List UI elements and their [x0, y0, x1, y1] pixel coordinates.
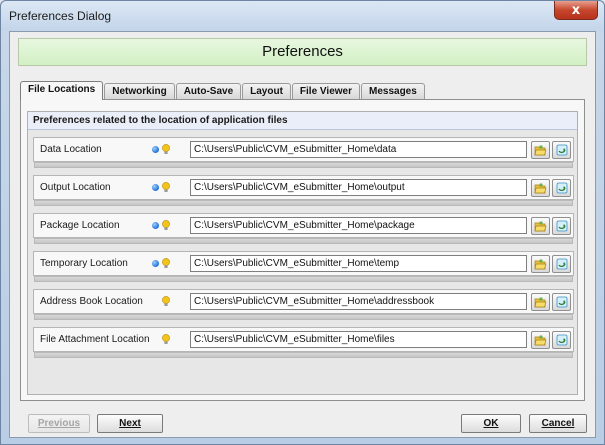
- lightbulb-icon: [162, 220, 170, 230]
- file-locations-group: Preferences related to the location of a…: [27, 111, 578, 395]
- tab-networking[interactable]: Networking: [104, 83, 175, 99]
- row-indicators: [152, 220, 182, 232]
- tab-messages[interactable]: Messages: [361, 83, 425, 99]
- reset-default-button[interactable]: [552, 255, 571, 273]
- path-field[interactable]: [190, 217, 527, 234]
- reset-default-icon: [556, 182, 567, 194]
- location-row-address-book: Address Book Location: [33, 289, 574, 320]
- location-row-temporary: Temporary Location: [33, 251, 574, 282]
- dialog-header-title: Preferences: [262, 43, 343, 60]
- dialog-header: Preferences: [18, 38, 587, 66]
- lightbulb-icon: [162, 296, 170, 306]
- path-field[interactable]: [190, 141, 527, 158]
- reset-default-button[interactable]: [552, 293, 571, 311]
- title-bar[interactable]: Preferences Dialog x: [1, 1, 604, 31]
- dialog-body: Preferences File Locations Networking Au…: [9, 31, 596, 438]
- tab-layout[interactable]: Layout: [242, 83, 291, 99]
- row-indicators: [152, 258, 182, 270]
- location-row-output: Output Location: [33, 175, 574, 206]
- group-caption: Preferences related to the location of a…: [28, 112, 577, 130]
- row-label: Package Location: [40, 220, 120, 231]
- path-field[interactable]: [190, 179, 527, 196]
- folder-open-icon: [534, 335, 547, 346]
- lightbulb-icon: [162, 182, 170, 192]
- reset-default-button[interactable]: [552, 141, 571, 159]
- row-indicators: [152, 296, 182, 308]
- tab-file-viewer[interactable]: File Viewer: [291, 83, 360, 99]
- reset-default-icon: [556, 144, 567, 156]
- close-icon: x: [571, 2, 581, 18]
- tab-strip: File Locations Networking Auto-Save Layo…: [20, 81, 426, 100]
- path-field[interactable]: [190, 331, 527, 348]
- window-title: Preferences Dialog: [9, 9, 112, 23]
- reset-default-button[interactable]: [552, 331, 571, 349]
- folder-open-icon: [534, 297, 547, 308]
- reset-default-icon: [556, 258, 567, 270]
- blue-dot-icon: [152, 260, 159, 267]
- blue-dot-icon: [152, 146, 159, 153]
- location-row-data: Data Location: [33, 137, 574, 168]
- reset-default-icon: [556, 220, 567, 232]
- browse-folder-button[interactable]: [531, 141, 550, 159]
- tab-label: Messages: [369, 86, 417, 97]
- browse-folder-button[interactable]: [531, 179, 550, 197]
- row-indicators: [152, 182, 182, 194]
- dialog-button-bar: Previous Next OK Cancel: [10, 406, 595, 437]
- tab-label: Layout: [250, 86, 283, 97]
- tab-label: Auto-Save: [183, 86, 234, 97]
- tab-auto-save[interactable]: Auto-Save: [175, 83, 242, 99]
- folder-open-icon: [534, 259, 547, 270]
- reset-default-button[interactable]: [552, 217, 571, 235]
- tab-label: Networking: [112, 86, 167, 97]
- reset-default-button[interactable]: [552, 179, 571, 197]
- ok-button[interactable]: OK: [461, 414, 521, 433]
- browse-folder-button[interactable]: [531, 293, 550, 311]
- reset-default-icon: [556, 334, 567, 346]
- path-field[interactable]: [190, 255, 527, 272]
- folder-open-icon: [534, 183, 547, 194]
- folder-open-icon: [534, 221, 547, 232]
- blue-dot-icon: [152, 184, 159, 191]
- row-label: File Attachment Location: [40, 334, 150, 345]
- row-label: Output Location: [40, 182, 111, 193]
- previous-button[interactable]: Previous: [28, 414, 90, 433]
- tab-file-locations[interactable]: File Locations: [20, 81, 104, 100]
- cancel-button[interactable]: Cancel: [529, 414, 587, 433]
- location-row-file-attachment: File Attachment Location: [33, 327, 574, 358]
- next-button[interactable]: Next: [97, 414, 163, 433]
- row-label: Data Location: [40, 144, 102, 155]
- browse-folder-button[interactable]: [531, 217, 550, 235]
- row-indicators: [152, 144, 182, 156]
- path-field[interactable]: [190, 293, 527, 310]
- lightbulb-icon: [162, 144, 170, 154]
- browse-folder-button[interactable]: [531, 255, 550, 273]
- tab-label: File Viewer: [299, 86, 352, 97]
- lightbulb-icon: [162, 334, 170, 344]
- folder-open-icon: [534, 145, 547, 156]
- location-row-package: Package Location: [33, 213, 574, 244]
- browse-folder-button[interactable]: [531, 331, 550, 349]
- blue-dot-icon: [152, 222, 159, 229]
- row-label: Temporary Location: [40, 258, 128, 269]
- preferences-window: Preferences Dialog x Preferences File Lo…: [0, 0, 605, 445]
- row-indicators: [152, 334, 182, 346]
- row-label: Address Book Location: [40, 296, 143, 307]
- close-button[interactable]: x: [554, 1, 598, 20]
- lightbulb-icon: [162, 258, 170, 268]
- tab-label: File Locations: [28, 84, 96, 95]
- reset-default-icon: [556, 296, 567, 308]
- file-locations-panel: Preferences related to the location of a…: [20, 99, 585, 401]
